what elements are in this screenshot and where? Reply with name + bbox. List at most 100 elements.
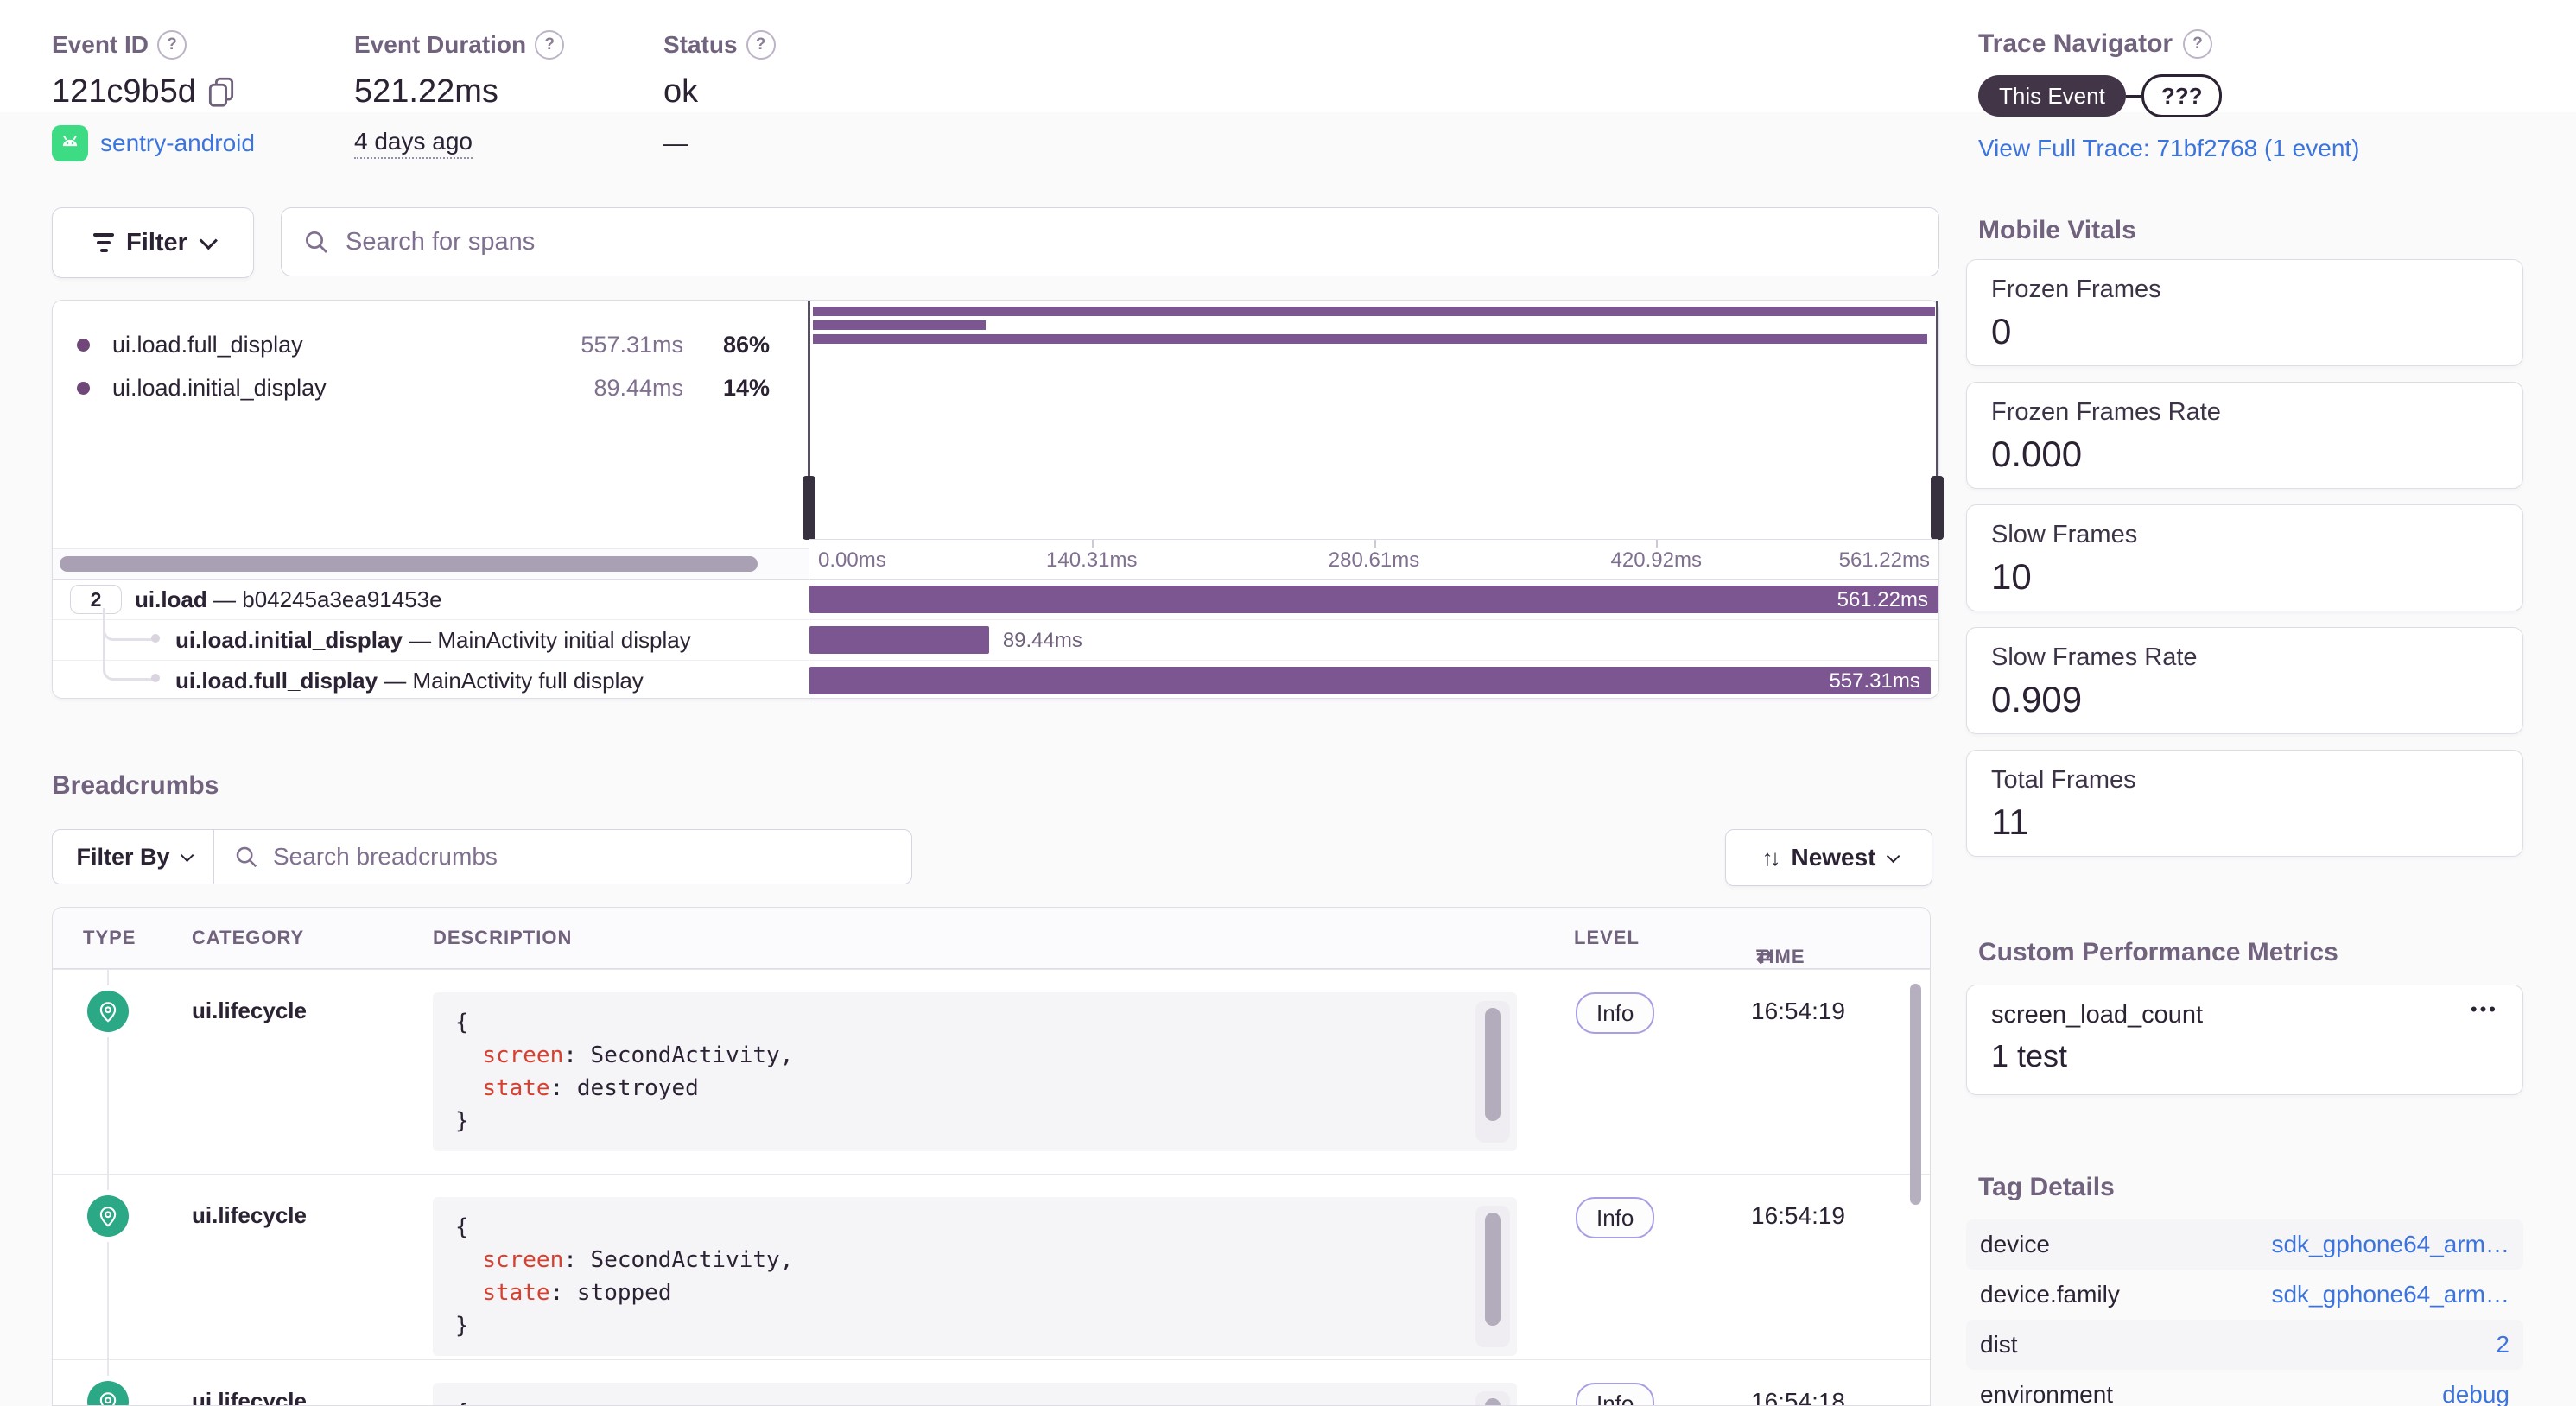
breadcrumbs-sort-button[interactable]: ↑↓ Newest [1725,829,1932,886]
vital-value: 0.909 [1991,679,2083,719]
breadcrumb-row[interactable]: ui.lifecycle { screen: SecondActivity, s… [53,969,1930,1174]
span-tree-row[interactable]: 2 ui.load — b04245a3ea91453e 561.22ms [53,579,1938,619]
vital-card: Slow Frames 10 [1966,504,2523,611]
drag-grip[interactable] [1931,476,1944,540]
breadcrumb-time: 16:54:19 [1751,998,1845,1024]
trace-navigator: Trace Navigator? This Event ??? View Ful… [1978,29,2360,162]
copy-icon[interactable] [206,75,236,108]
breadcrumb-category: ui.lifecycle [192,1388,307,1406]
code-scrollbar [1475,1206,1510,1347]
breadcrumbs-scrollbar-thumb[interactable] [1910,984,1921,1205]
span-title: ui.load — b04245a3ea91453e [135,586,442,612]
tag-key: environment [1980,1381,2114,1406]
minimap-span-bar [813,334,1927,344]
vital-label: Total Frames [1991,766,2136,794]
span-duration: 89.44ms [593,374,683,401]
tag-value-link[interactable]: debug [2442,1381,2509,1406]
status-label: Status [663,31,738,58]
column-level: LEVEL [1574,927,1640,948]
code-scrollbar [1475,1001,1510,1143]
column-description: DESCRIPTION [433,927,573,948]
scrollbar-thumb[interactable] [60,556,758,572]
spans-filter-button[interactable]: Filter [52,207,254,278]
breadcrumb-category: ui.lifecycle [192,998,307,1023]
breadcrumbs-table-header: TYPE CATEGORY DESCRIPTION LEVEL ⇄ TIME [53,908,1930,969]
breadcrumbs-table: TYPE CATEGORY DESCRIPTION LEVEL ⇄ TIME u… [52,907,1931,1406]
span-color-dot [77,381,90,395]
ellipsis-menu-icon[interactable]: ••• [2471,1000,2498,1019]
tag-value-link[interactable]: sdk_gphone64_arm… [2271,1231,2509,1258]
help-icon[interactable]: ? [746,30,776,60]
breadcrumbs-search-input[interactable] [271,842,892,871]
view-full-trace-link[interactable]: View Full Trace: 71bf2768 (1 event) [1978,135,2360,162]
tag-key: device.family [1980,1281,2120,1308]
breadcrumb-time: 16:54:19 [1751,1202,1845,1229]
tag-row: device.family sdk_gphone64_arm… [1966,1270,2523,1320]
vital-label: Slow Frames [1991,521,2138,548]
tag-value-link[interactable]: sdk_gphone64_arm… [2271,1281,2509,1308]
span-legend-row[interactable]: ui.load.full_display 557.31ms 86% [53,323,809,366]
tag-value-link[interactable]: 2 [2496,1331,2509,1358]
project-link[interactable]: sentry-android [100,130,255,157]
mobile-vitals-title: Mobile Vitals [1978,216,2136,244]
filter-icon [93,233,115,252]
breadcrumb-row[interactable]: ui.lifecycle { screen: SecondActivity, s… [53,1174,1930,1359]
breadcrumb-description-code: { [433,1383,1517,1405]
vital-value: 11 [1991,801,2029,842]
axis-tick-label: 0.00ms [818,548,886,572]
axis-tick-label: 561.22ms [1838,548,1930,572]
spans-search [281,207,1939,276]
breadcrumb-time: 16:54:18 [1751,1388,1845,1406]
span-op-name: ui.load.full_display [112,331,303,358]
scrollbar-thumb[interactable] [1485,1008,1501,1122]
custom-metric-card: screen_load_count ••• 1 test [1966,985,2523,1095]
span-legend-row[interactable]: ui.load.initial_display 89.44ms 14% [53,366,809,409]
vital-label: Slow Frames Rate [1991,643,2198,671]
status-value: ok [663,73,699,110]
vital-label: Frozen Frames Rate [1991,398,2221,426]
filter-by-label: Filter By [76,843,170,870]
span-bar-duration: 561.22ms [1837,588,1928,611]
minimap-left-handle[interactable] [803,301,815,540]
status-column: Status? ok — [663,26,776,166]
chevron-down-icon [180,848,194,862]
breadcrumb-row[interactable]: ui.lifecycle { Info 16:54:18 [53,1359,1930,1406]
axis-tick-label: 420.92ms [1610,548,1702,572]
unknown-trace-pill[interactable]: ??? [2141,74,2223,117]
axis-tick-label: 140.31ms [1046,548,1138,572]
tag-row: dist 2 [1966,1320,2523,1370]
vital-value: 0.000 [1991,434,2083,474]
help-icon[interactable]: ? [535,30,565,60]
sort-label: Newest [1791,844,1876,871]
event-id-value: 121c9b5d [52,73,196,110]
minimap-chart[interactable] [803,301,1944,540]
scrollbar-thumb[interactable] [1485,1213,1501,1327]
help-icon[interactable]: ? [157,30,187,60]
minimap-axis: 0.00ms 140.31ms 280.61ms 420.92ms 561.22ms [809,539,1938,579]
span-tree-row[interactable]: ui.load.full_display — MainActivity full… [53,660,1938,700]
tag-details-title: Tag Details [1978,1173,2115,1201]
level-badge: Info [1576,1383,1655,1405]
breadcrumb-category: ui.lifecycle [192,1202,307,1228]
span-tree-row[interactable]: ui.load.initial_display — MainActivity i… [53,619,1938,660]
span-children-count-badge[interactable]: 2 [70,585,122,614]
metric-value: 1 test [1991,1038,2068,1074]
tag-key: device [1980,1231,2050,1257]
column-type: TYPE [83,927,136,948]
drag-grip[interactable] [803,476,815,540]
android-project-icon [52,125,88,162]
breadcrumbs-title: Breadcrumbs [52,771,219,800]
spans-search-input[interactable] [344,226,1918,257]
metric-name: screen_load_count [1991,1001,2204,1029]
this-event-pill[interactable]: This Event [1978,75,2126,117]
vital-value: 0 [1991,311,2012,352]
level-badge: Info [1576,1197,1655,1238]
trace-navigator-title: Trace Navigator [1978,29,2173,58]
span-color-dot [77,338,90,352]
spans-panel: ui.load.full_display 557.31ms 86% ui.loa… [52,300,1944,700]
event-detail-page: Event ID? 121c9b5d sentry-android Event … [0,0,2576,1406]
scrollbar-thumb[interactable] [1485,1398,1501,1405]
help-icon[interactable]: ? [2183,29,2213,59]
breadcrumbs-filter-by-button[interactable]: Filter By [53,830,214,884]
minimap-right-handle[interactable] [1931,301,1944,540]
